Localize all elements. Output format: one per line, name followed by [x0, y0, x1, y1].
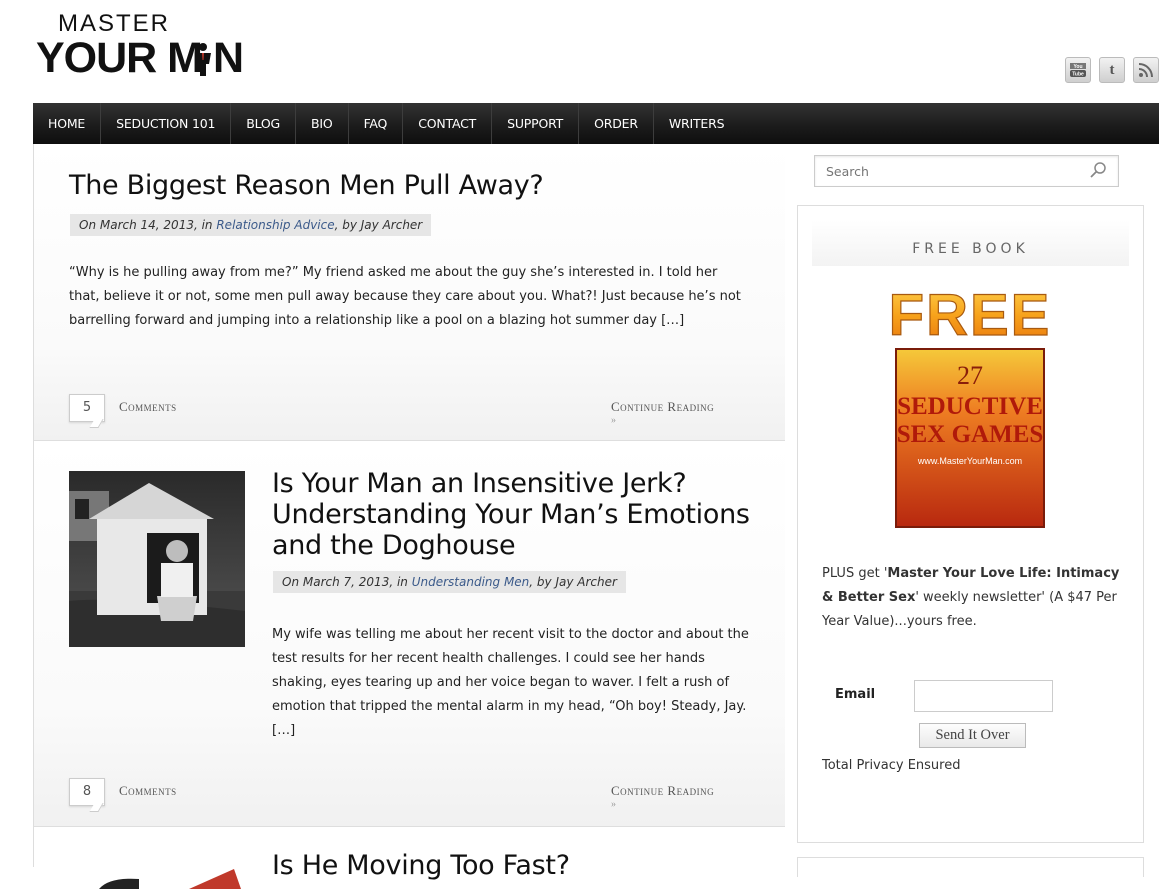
nav-bio[interactable]: BIO [296, 103, 349, 144]
comments-link[interactable]: Comments [119, 783, 177, 799]
post-meta-author: , by Jay Archer [529, 575, 617, 589]
continue-reading-link[interactable]: Continue Reading » [611, 783, 714, 810]
free-book-ad[interactable]: FREE 27 SEDUCTIVE SEX GAMES www.MasterYo… [870, 284, 1070, 534]
post-title[interactable]: Is Your Man an Insensitive Jerk? Underst… [272, 468, 752, 561]
post-title[interactable]: The Biggest Reason Men Pull Away? [69, 170, 544, 201]
book-number: 27 [957, 361, 983, 390]
nav-support[interactable]: SUPPORT [492, 103, 580, 144]
nav-writers[interactable]: WRITERS [654, 103, 740, 144]
logo-line-1: MASTER [58, 10, 171, 37]
rss-glyph [1138, 63, 1153, 78]
post-thumbnail[interactable] [69, 471, 245, 647]
free-book-widget: FREE BOOK FREE 27 SEDUCTIVE SEX GAMES ww… [797, 205, 1144, 843]
post-meta: On March 7, 2013, in Understanding Men, … [273, 571, 626, 593]
post-category-link[interactable]: Understanding Men [412, 575, 530, 589]
twitter-icon[interactable]: t [1099, 57, 1125, 83]
continue-reading-arrow: » [611, 415, 617, 426]
post-thumbnail-partial-icon [99, 869, 241, 889]
post-category-link[interactable]: Relationship Advice [216, 218, 334, 232]
search-input[interactable] [815, 156, 1075, 186]
youtube-glyph: You Tube [1070, 63, 1086, 78]
man-silhouette-icon [195, 43, 211, 76]
nav-home[interactable]: HOME [33, 103, 102, 144]
widget-title: FREE BOOK [812, 220, 1129, 266]
widget-text-prefix: PLUS get ' [822, 566, 888, 581]
nav-blog[interactable]: BLOG [231, 103, 297, 144]
post-meta: On March 14, 2013, in Relationship Advic… [70, 214, 432, 236]
search-icon[interactable] [1088, 161, 1108, 181]
nav-faq[interactable]: FAQ [349, 103, 404, 144]
continue-reading-label: Continue Reading [611, 783, 715, 798]
next-widget-partial [797, 857, 1144, 877]
email-label: Email [835, 687, 876, 702]
post-meta-date: On March 14, 2013, in [79, 218, 217, 232]
post-item: The Biggest Reason Men Pull Away? On Mar… [34, 144, 785, 441]
post-title[interactable]: Is He Moving Too Fast? [272, 850, 570, 881]
book-url: www.MasterYourMan.com [917, 456, 1022, 466]
continue-reading-arrow: » [611, 799, 617, 810]
free-badge-text: FREE [889, 284, 1052, 348]
svg-text:Tube: Tube [1072, 72, 1084, 78]
continue-reading-link[interactable]: Continue Reading » [611, 399, 714, 426]
comment-count[interactable]: 5 [69, 394, 105, 422]
post-item: Is Your Man an Insensitive Jerk? Underst… [34, 441, 785, 827]
email-field[interactable] [914, 680, 1053, 712]
post-meta-date: On March 7, 2013, in [282, 575, 412, 589]
book-title-line-1: SEDUCTIVE [897, 393, 1043, 420]
comment-count[interactable]: 8 [69, 778, 105, 806]
continue-reading-label: Continue Reading [611, 399, 715, 414]
post-excerpt: “Why is he pulling away from me?” My fri… [69, 265, 741, 328]
post-item: Is He Moving Too Fast? [34, 827, 785, 889]
widget-description: PLUS get 'Master Your Love Life: Intimac… [822, 562, 1122, 634]
post-excerpt: My wife was telling me about her recent … [272, 627, 749, 738]
doghouse-photo-icon [69, 471, 245, 647]
send-it-over-button[interactable]: Send It Over [919, 723, 1026, 748]
search-box [814, 155, 1119, 187]
rss-icon[interactable] [1133, 57, 1159, 83]
post-meta-author: , by Jay Archer [334, 218, 423, 232]
comments-link[interactable]: Comments [119, 399, 177, 415]
nav-contact[interactable]: CONTACT [403, 103, 493, 144]
youtube-icon[interactable]: You Tube [1065, 57, 1091, 83]
privacy-note: Total Privacy Ensured [822, 758, 961, 773]
site-logo[interactable]: MASTER YOUR M N [36, 10, 244, 81]
main-content: The Biggest Reason Men Pull Away? On Mar… [33, 144, 785, 889]
logo-line-2: YOUR M N [36, 36, 244, 80]
book-title-line-2: SEX GAMES [897, 421, 1044, 448]
svg-text:You: You [1073, 64, 1082, 70]
main-nav: HOME SEDUCTION 101 BLOG BIO FAQ CONTACT … [33, 103, 1159, 144]
nav-order[interactable]: ORDER [579, 103, 654, 144]
social-links: You Tube t [1065, 57, 1159, 83]
nav-seduction-101[interactable]: SEDUCTION 101 [101, 103, 232, 144]
